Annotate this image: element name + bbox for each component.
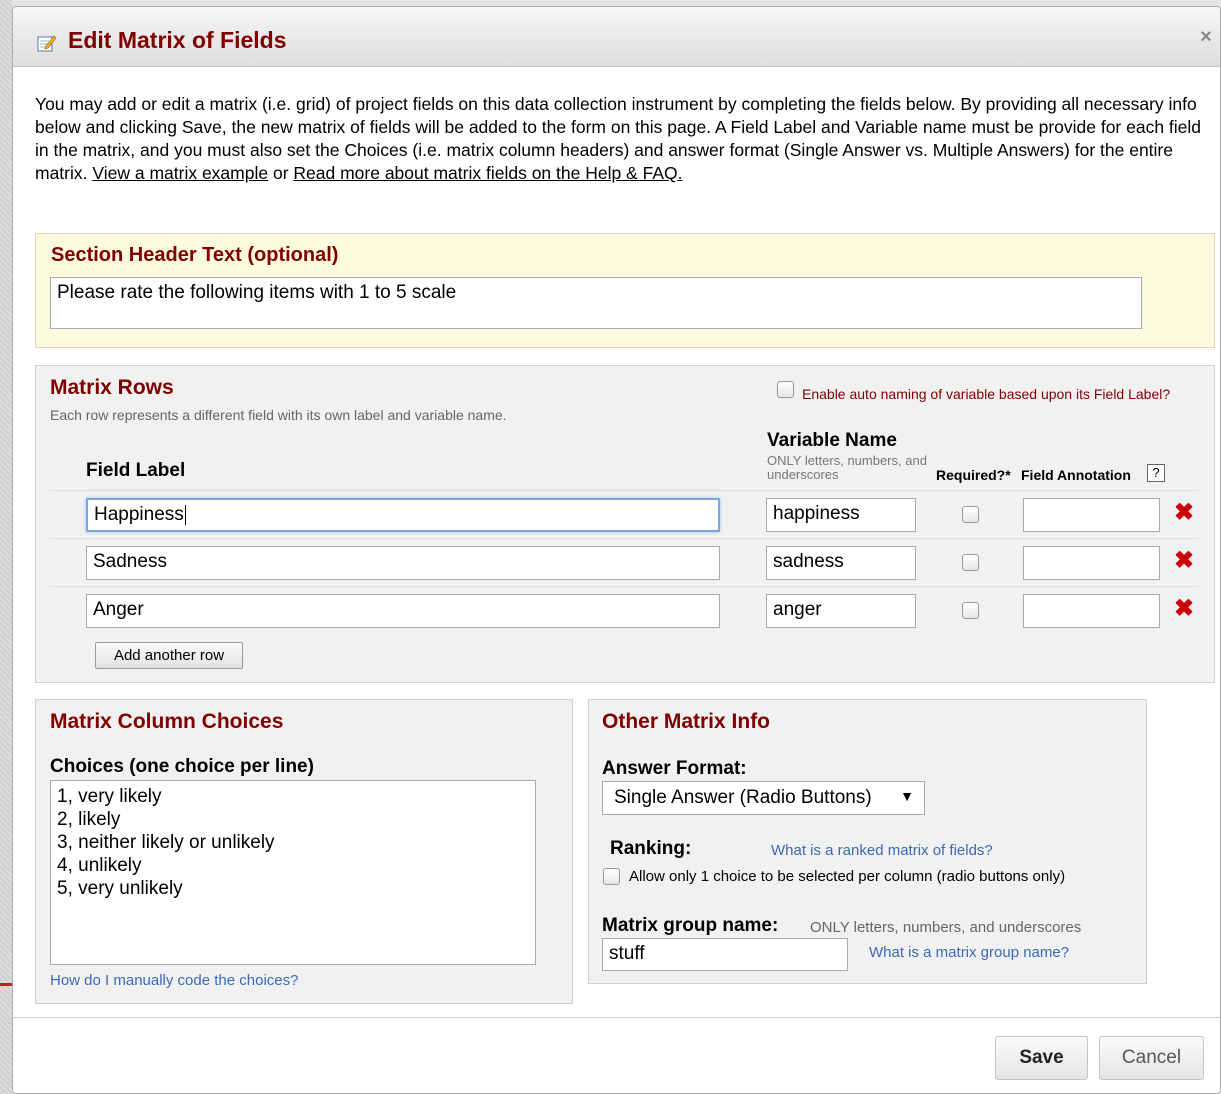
ranking-checkbox[interactable] [603, 868, 620, 885]
dialog-title: Edit Matrix of Fields [68, 27, 287, 53]
answer-format-select[interactable]: Single Answer (Radio Buttons) ▼ [602, 781, 925, 815]
variable-name-input[interactable]: anger [766, 594, 916, 628]
save-button[interactable]: Save [995, 1036, 1088, 1080]
cancel-button[interactable]: Cancel [1099, 1036, 1204, 1080]
ranked-matrix-help-link[interactable]: What is a ranked matrix of fields? [771, 842, 993, 859]
answer-format-value: Single Answer (Radio Buttons) [614, 787, 872, 808]
matrix-rows-title: Matrix Rows [50, 376, 174, 399]
text-cursor [184, 504, 186, 525]
field-label-value: Happiness [94, 504, 184, 525]
matrix-rows-subtitle: Each row represents a different field wi… [50, 407, 507, 423]
edit-note-icon [37, 35, 57, 52]
section-header-input[interactable]: Please rate the following items with 1 t… [50, 277, 1142, 329]
field-label-column-header: Field Label [86, 460, 186, 481]
choice-line: 2, likely [57, 809, 121, 830]
background-page-edge [0, 0, 12, 1094]
field-annotation-input[interactable] [1023, 498, 1160, 532]
choices-label: Choices (one choice per line) [50, 756, 314, 777]
dropdown-arrow-icon: ▼ [900, 788, 914, 804]
column-choices-title: Matrix Column Choices [50, 710, 284, 733]
matrix-group-name-hint: ONLY letters, numbers, and underscores [810, 919, 1082, 936]
field-annotation-help-icon[interactable]: ? [1147, 464, 1165, 482]
matrix-group-name-input[interactable]: stuff [602, 938, 848, 971]
read-more-help-link[interactable]: Read more about matrix fields on the Hel… [293, 163, 682, 183]
edit-matrix-dialog: Edit Matrix of Fields × You may add or e… [12, 6, 1221, 1094]
ranking-checkbox-label: Allow only 1 choice to be selected per c… [629, 868, 1066, 885]
field-label-input[interactable]: Anger [86, 594, 720, 628]
field-annotation-column-header: Field Annotation [1021, 467, 1131, 483]
dialog-content: You may add or edit a matrix (i.e. grid)… [13, 67, 1220, 1013]
intro-paragraph: You may add or edit a matrix (i.e. grid)… [35, 93, 1207, 185]
delete-row-icon[interactable]: ✖ [1174, 597, 1194, 621]
dialog-titlebar: Edit Matrix of Fields × [13, 7, 1220, 67]
required-checkbox[interactable] [962, 554, 979, 571]
choice-line: 4, unlikely [57, 855, 142, 876]
delete-row-icon[interactable]: ✖ [1174, 501, 1194, 525]
background-accent-line [0, 983, 12, 986]
matrix-row: Happiness happiness ✖ [50, 490, 1198, 538]
answer-format-label: Answer Format: [602, 758, 747, 779]
choices-textarea[interactable]: 1, very likely 2, likely 3, neither like… [50, 780, 536, 965]
section-header-panel: Section Header Text (optional) Please ra… [35, 233, 1215, 348]
field-annotation-input[interactable] [1023, 546, 1160, 580]
section-header-label: Section Header Text (optional) [51, 244, 339, 266]
variable-name-column-header: Variable Name [767, 430, 897, 451]
choice-line: 1, very likely [57, 786, 162, 807]
field-label-input[interactable]: Sadness [86, 546, 720, 580]
choice-line: 5, very unlikely [57, 878, 183, 899]
other-matrix-info-title: Other Matrix Info [602, 710, 771, 733]
ranking-label: Ranking: [610, 838, 692, 859]
close-icon[interactable]: × [1196, 27, 1216, 47]
choice-line: 3, neither likely or unlikely [57, 832, 275, 853]
variable-name-hint: ONLY letters, numbers, and underscores [767, 453, 927, 482]
auto-naming-checkbox[interactable] [777, 381, 794, 398]
required-checkbox[interactable] [962, 602, 979, 619]
other-matrix-info-panel: Other Matrix Info Answer Format: Single … [588, 699, 1147, 984]
matrix-row: Sadness sadness ✖ [50, 538, 1198, 586]
dialog-footer: Save Cancel [13, 1017, 1220, 1093]
matrix-row: Anger anger ✖ [50, 586, 1198, 634]
add-another-row-button[interactable]: Add another row [95, 642, 243, 669]
variable-name-input[interactable]: happiness [766, 498, 916, 532]
manually-code-choices-link[interactable]: How do I manually code the choices? [50, 972, 298, 989]
variable-name-input[interactable]: sadness [766, 546, 916, 580]
field-label-input[interactable]: Happiness [86, 498, 720, 532]
view-matrix-example-link[interactable]: View a matrix example [92, 163, 268, 183]
matrix-rows-panel: Matrix Rows Each row represents a differ… [35, 365, 1215, 683]
auto-naming-label: Enable auto naming of variable based upo… [802, 386, 1171, 402]
matrix-group-name-help-link[interactable]: What is a matrix group name? [869, 944, 1069, 961]
intro-or-text: or [268, 163, 294, 183]
delete-row-icon[interactable]: ✖ [1174, 549, 1194, 573]
matrix-column-choices-panel: Matrix Column Choices Choices (one choic… [35, 699, 573, 1004]
required-column-header: Required?* [936, 467, 1011, 483]
required-checkbox[interactable] [962, 506, 979, 523]
field-annotation-input[interactable] [1023, 594, 1160, 628]
matrix-group-name-label: Matrix group name: [602, 915, 779, 936]
